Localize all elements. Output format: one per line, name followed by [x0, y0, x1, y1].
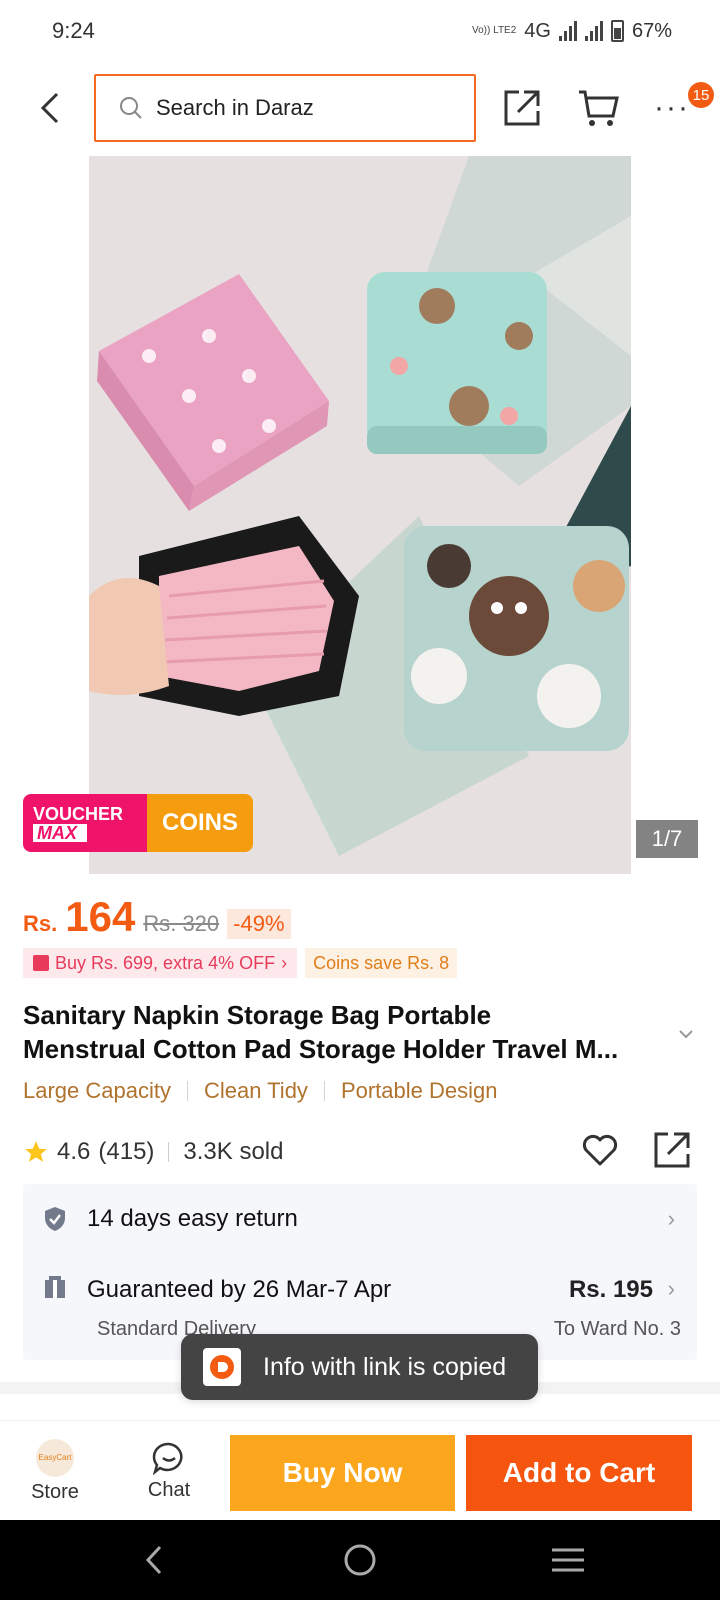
toast-text: Info with link is copied [263, 1352, 507, 1381]
battery-icon [610, 20, 624, 42]
daraz-icon [203, 1348, 241, 1386]
voucher-text: VOUCHER [33, 803, 124, 824]
copied-toast: Info with link is copied [181, 1334, 538, 1400]
discount-badge: -49% [227, 909, 291, 939]
tag-item: Clean Tidy [203, 1078, 308, 1103]
tag-divider [323, 1081, 325, 1101]
promo-row: Buy Rs. 699, extra 4% OFF › Coins save R… [23, 948, 458, 980]
nav-back-icon [145, 1545, 162, 1575]
nav-home-button[interactable] [336, 1536, 384, 1584]
nav-back-button[interactable] [130, 1536, 178, 1584]
delivery-guarantee: Guaranteed by 26 Mar-7 Apr [87, 1276, 392, 1303]
delivery-price: Rs. 195 [568, 1276, 653, 1303]
heart-icon[interactable] [580, 1130, 620, 1170]
title-line-1: Sanitary Napkin Storage Bag Portable [23, 1000, 492, 1030]
store-label: Store [31, 1480, 79, 1503]
back-button[interactable] [30, 88, 70, 128]
product-image[interactable] [89, 156, 631, 874]
return-text: 14 days easy return [87, 1205, 298, 1232]
chevron-down-icon[interactable] [678, 1026, 694, 1042]
nav-menu-icon [552, 1548, 584, 1572]
store-logo: EasyCart [36, 1438, 74, 1477]
more-icon: ··· [654, 91, 690, 124]
chat-label: Chat [147, 1478, 191, 1501]
share-icon [504, 90, 540, 126]
nav-recents-button[interactable] [544, 1536, 592, 1584]
currency: Rs. [23, 911, 58, 936]
search-input[interactable]: Search in Daraz [94, 74, 476, 142]
bottom-action-bar: EasyCart Store Chat Buy Now Add to Cart [0, 1420, 720, 1520]
tag-item: Portable Design [340, 1078, 498, 1103]
share-icon[interactable] [652, 1130, 692, 1170]
battery-percent: 67% [631, 19, 672, 42]
promo-voucher-chip[interactable]: Buy Rs. 699, extra 4% OFF › [23, 948, 298, 978]
signal-icon [558, 21, 577, 41]
back-arrow-icon [40, 92, 59, 124]
voucher-icon [33, 955, 49, 971]
store-button[interactable]: EasyCart Store [10, 1421, 100, 1521]
delivery-box-icon [45, 1276, 65, 1298]
search-placeholder: Search in Daraz [156, 95, 314, 120]
rating-divider [168, 1142, 170, 1162]
network-type: 4G [524, 19, 551, 42]
chat-button[interactable]: Chat [124, 1421, 214, 1521]
voucher-max-label: VOUCHER MAX [23, 794, 147, 852]
return-policy-row[interactable]: 14 days easy return › [23, 1184, 697, 1254]
search-icon [120, 97, 142, 119]
rating-count: (415) [98, 1138, 155, 1165]
delivery-location: To Ward No. 3 [553, 1318, 681, 1340]
title-line-2: Menstrual Cotton Pad Storage Holder Trav… [23, 1034, 619, 1064]
status-time: 9:24 [52, 18, 95, 43]
tag-item: Large Capacity [23, 1078, 171, 1103]
status-bar: 9:24 Vo)) LTE2 4G 67% [0, 0, 720, 62]
add-to-cart-button[interactable]: Add to Cart [466, 1435, 692, 1511]
buy-now-button[interactable]: Buy Now [230, 1435, 455, 1511]
sold-count: 3.3K sold [183, 1138, 284, 1165]
current-price: 164 [65, 893, 136, 940]
signal-icon-2 [584, 21, 603, 41]
share-button[interactable] [500, 86, 544, 130]
star-icon [25, 1141, 47, 1162]
price-row: Rs. 164 Rs. 320 -49% [23, 893, 291, 945]
image-counter: 1/7 [636, 820, 698, 858]
shield-check-icon [45, 1207, 65, 1231]
chevron-right-icon: › [667, 1206, 675, 1231]
tag-divider [186, 1081, 188, 1101]
cart-button[interactable] [576, 86, 620, 130]
product-photo [89, 156, 631, 874]
android-nav-bar [0, 1520, 720, 1600]
notification-badge: 15 [688, 82, 714, 108]
rating-value: 4.6 [57, 1138, 91, 1165]
nav-home-icon [344, 1544, 376, 1576]
original-price: Rs. 320 [143, 911, 220, 936]
max-text: MAX [33, 823, 87, 842]
product-title[interactable]: Sanitary Napkin Storage Bag Portable Men… [23, 998, 673, 1066]
top-nav: Search in Daraz ··· [0, 70, 720, 146]
coins-save-chip[interactable]: Coins save Rs. 8 [305, 948, 458, 978]
chevron-right-icon: › [667, 1276, 675, 1301]
volte-badge: Vo)) LTE2 [472, 25, 517, 36]
promo-text: Buy Rs. 699, extra 4% OFF [55, 952, 276, 973]
voucher-max-banner[interactable]: VOUCHER MAX COINS [23, 794, 253, 852]
product-tags: Large Capacity Clean Tidy Portable Desig… [23, 1078, 497, 1104]
chat-icon [152, 1442, 183, 1475]
status-icons: Vo)) LTE2 4G 67% [472, 20, 672, 43]
cart-icon [579, 90, 619, 126]
coins-label: COINS [147, 794, 253, 852]
chevron-right-icon: › [281, 952, 288, 973]
